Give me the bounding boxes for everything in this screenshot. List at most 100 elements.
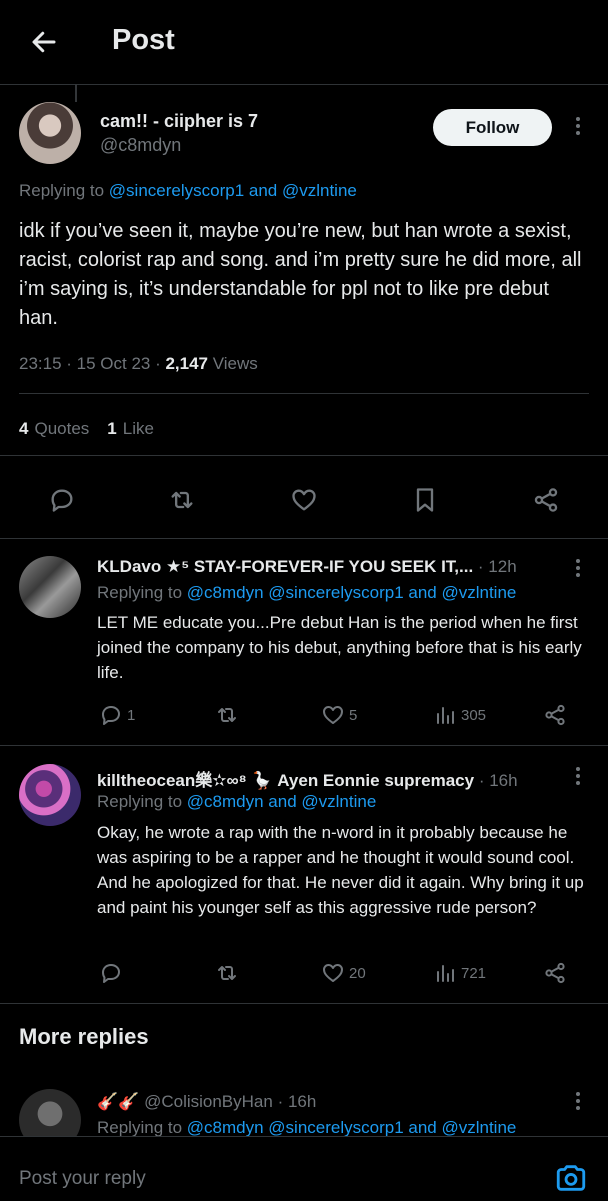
reply-author-name[interactable]: 🎸🎸 @ColisionByHan · 16h bbox=[97, 1092, 316, 1112]
quotes-link[interactable]: 4 Quotes bbox=[19, 419, 89, 438]
post-text: idk if you’ve seen it, maybe you’re new,… bbox=[19, 220, 582, 329]
reply-author-name[interactable]: KLDavo ★⁵ STAY-FOREVER-IF YOU SEEK IT,..… bbox=[97, 557, 517, 577]
reply-author-display: 🎸🎸 bbox=[97, 1092, 140, 1111]
views-label: Views bbox=[208, 354, 258, 373]
top-bar: Post bbox=[0, 0, 608, 85]
share-button[interactable] bbox=[526, 480, 566, 520]
divider bbox=[0, 1003, 608, 1004]
reply-author-display: killtheocean樂✫∞⁸ 🪿 Ayen Eonnie supremacy bbox=[97, 771, 475, 790]
share-icon bbox=[545, 962, 565, 984]
likes-link[interactable]: 1 Like bbox=[107, 419, 154, 438]
repost-icon bbox=[171, 491, 193, 509]
more-options-icon[interactable] bbox=[566, 1089, 590, 1115]
quotes-count: 4 bbox=[19, 419, 29, 438]
camera-icon bbox=[556, 1165, 586, 1191]
back-button[interactable] bbox=[26, 24, 62, 60]
reply-icon bbox=[51, 489, 73, 512]
repost-button[interactable] bbox=[215, 958, 243, 988]
reply-author-name[interactable]: killtheocean樂✫∞⁸ 🪿 Ayen Eonnie supremacy… bbox=[97, 766, 518, 791]
avatar[interactable] bbox=[19, 102, 81, 164]
divider bbox=[0, 538, 608, 539]
camera-button[interactable] bbox=[554, 1161, 588, 1195]
reply-icon bbox=[102, 706, 120, 725]
heart-icon bbox=[323, 706, 343, 724]
reply-author-display: KLDavo ★⁵ STAY-FOREVER-IF YOU SEEK IT,..… bbox=[97, 557, 474, 576]
more-options-icon[interactable] bbox=[566, 114, 590, 142]
thread-connector bbox=[75, 84, 77, 102]
repost-icon bbox=[218, 966, 236, 980]
post-meta: 23:15 · 15 Oct 23 · 2,147 Views bbox=[19, 354, 258, 374]
replying-and: and bbox=[263, 792, 302, 811]
reply-count: 1 bbox=[127, 706, 136, 724]
reply-button[interactable]: 1 bbox=[99, 700, 135, 730]
mention-link[interactable]: @vzlntine bbox=[441, 583, 516, 602]
like-button[interactable]: 5 bbox=[321, 700, 357, 730]
reply-time: · 16h bbox=[272, 1092, 317, 1111]
avatar[interactable] bbox=[19, 556, 81, 618]
mention-link[interactable]: @c8mdyn bbox=[187, 792, 264, 811]
author-handle[interactable]: @c8mdyn bbox=[100, 135, 181, 156]
reply-handle: @ColisionByHan bbox=[144, 1092, 273, 1111]
author-name[interactable]: cam!! - ciipher is 7 bbox=[100, 111, 258, 132]
replying-and: and bbox=[403, 1118, 442, 1137]
replying-label: Replying to bbox=[19, 181, 109, 200]
mention-link[interactable]: @vzlntine bbox=[282, 181, 357, 200]
mention-link[interactable]: @c8mdyn @sincerelyscorp1 bbox=[187, 583, 404, 602]
views-count: 2,147 bbox=[165, 354, 209, 373]
divider bbox=[0, 745, 608, 746]
view-count: 305 bbox=[461, 706, 487, 724]
replying-to: Replying to @c8mdyn @sincerelyscorp1 and… bbox=[97, 583, 516, 603]
replying-label: Replying to bbox=[97, 583, 187, 602]
repost-icon bbox=[218, 708, 236, 722]
avatar[interactable] bbox=[19, 764, 81, 826]
reply-time: · 16h bbox=[474, 771, 518, 790]
replying-and: and bbox=[403, 583, 442, 602]
views-button[interactable]: 305 bbox=[433, 700, 486, 730]
bookmark-icon bbox=[416, 488, 434, 512]
share-button[interactable] bbox=[543, 700, 567, 730]
replying-to: Replying to @c8mdyn @sincerelyscorp1 and… bbox=[97, 1118, 516, 1138]
mention-link[interactable]: @vzlntine bbox=[441, 1118, 516, 1137]
follow-button[interactable]: Follow bbox=[433, 109, 552, 146]
replying-to: Replying to @c8mdyn and @vzlntine bbox=[97, 792, 376, 812]
like-button[interactable] bbox=[284, 480, 324, 520]
like-count: 5 bbox=[349, 706, 358, 724]
reply-action-bar: 1 5 305 bbox=[97, 700, 587, 730]
post-timestamp: 23:15 · 15 Oct 23 · bbox=[19, 354, 166, 373]
reply-button[interactable] bbox=[42, 480, 82, 520]
reply-composer: Post your reply bbox=[0, 1136, 608, 1201]
analytics-icon bbox=[437, 707, 454, 724]
mention-link[interactable]: @sincerelyscorp1 bbox=[109, 181, 244, 200]
replying-label: Replying to bbox=[97, 792, 187, 811]
replying-to: Replying to @sincerelyscorp1 and @vzlnti… bbox=[19, 181, 357, 201]
repost-button[interactable] bbox=[162, 480, 202, 520]
likes-label: Like bbox=[122, 419, 154, 438]
engagement-stats: 4 Quotes 1 Like bbox=[19, 419, 154, 439]
mention-link[interactable]: @vzlntine bbox=[301, 792, 376, 811]
more-options-icon[interactable] bbox=[566, 556, 590, 582]
view-count: 721 bbox=[461, 964, 487, 982]
divider bbox=[0, 455, 608, 456]
heart-icon bbox=[323, 964, 343, 982]
like-count: 20 bbox=[349, 964, 366, 982]
reply-text: Okay, he wrote a rap with the n-word in … bbox=[97, 823, 584, 917]
repost-button[interactable] bbox=[215, 700, 243, 730]
analytics-icon bbox=[437, 965, 454, 982]
like-button[interactable]: 20 bbox=[321, 958, 366, 988]
share-icon bbox=[545, 704, 565, 726]
more-options-icon[interactable] bbox=[566, 764, 590, 790]
quotes-label: Quotes bbox=[34, 419, 90, 438]
reply-action-bar: 20 721 bbox=[97, 958, 587, 988]
share-button[interactable] bbox=[543, 958, 567, 988]
reply-text: LET ME educate you...Pre debut Han is th… bbox=[97, 613, 582, 682]
mention-link[interactable]: @c8mdyn @sincerelyscorp1 bbox=[187, 1118, 404, 1137]
reply-time: · 12h bbox=[473, 557, 517, 576]
replying-and: and bbox=[244, 181, 282, 200]
reply-button[interactable] bbox=[99, 958, 127, 988]
reply-input[interactable]: Post your reply bbox=[19, 1168, 146, 1190]
views-button[interactable]: 721 bbox=[433, 958, 486, 988]
page-title: Post bbox=[112, 24, 175, 56]
more-replies-heading: More replies bbox=[19, 1024, 149, 1049]
bookmark-button[interactable] bbox=[405, 480, 445, 520]
heart-icon bbox=[292, 489, 316, 511]
